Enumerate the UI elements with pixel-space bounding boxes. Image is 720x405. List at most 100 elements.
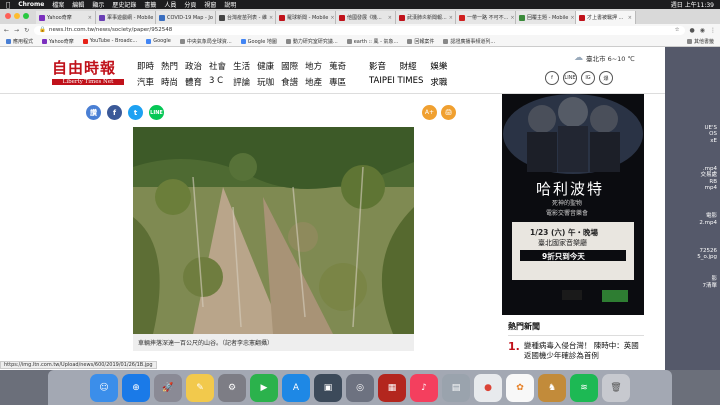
twitter-share-button[interactable]: t bbox=[128, 105, 143, 120]
app-store-icon[interactable]: A bbox=[282, 373, 310, 402]
browser-tab[interactable]: 他國發展《機... × bbox=[336, 11, 396, 24]
nav-item[interactable]: 地方 bbox=[305, 60, 322, 72]
extension-icon[interactable]: ● bbox=[690, 27, 695, 34]
explosive-icon[interactable]: 爆 bbox=[599, 71, 613, 85]
finder-icon[interactable]: ☺ bbox=[90, 373, 118, 402]
nav-item[interactable]: 即時 bbox=[137, 60, 154, 72]
chrome-icon[interactable]: ● bbox=[474, 373, 502, 402]
other-bookmarks[interactable]: 其他書籤 bbox=[686, 38, 714, 45]
close-tab-icon[interactable]: × bbox=[570, 15, 574, 21]
nav-item[interactable]: 健康 bbox=[257, 60, 274, 72]
trash-icon[interactable]: 🗑 bbox=[602, 373, 630, 402]
menu-item[interactable]: 書籤 bbox=[144, 0, 156, 9]
browser-tab[interactable]: 回覆主題 - Mobile × bbox=[516, 11, 576, 24]
address-bar[interactable]: 🔒 news.ltn.com.tw/news/society/paper/952… bbox=[34, 25, 685, 35]
like-button[interactable]: 讚 bbox=[86, 105, 101, 120]
bookmark-item[interactable]: YouTube - Broadc... bbox=[82, 38, 137, 44]
bookmark-item[interactable]: earth :: 風 - 氣象... bbox=[346, 38, 398, 45]
photo-booth-icon[interactable]: ▦ bbox=[378, 373, 406, 402]
nav-item[interactable]: 汽車 bbox=[137, 76, 154, 88]
photos-app-icon[interactable]: ▣ bbox=[314, 373, 342, 402]
browser-tab[interactable]: 軍事遊戲網 - Mobile× bbox=[96, 11, 156, 24]
nav-item[interactable]: 財經 bbox=[400, 60, 424, 72]
close-tab-icon[interactable]: × bbox=[330, 15, 334, 21]
nav-item[interactable]: 娛樂 bbox=[430, 60, 447, 72]
bookmark-item[interactable]: 動力研究室研究議... bbox=[285, 38, 338, 45]
nav-item[interactable]: 求職 bbox=[430, 76, 447, 88]
browser-tab[interactable]: 羅球新聞 - Mobile × bbox=[276, 11, 336, 24]
menu-app-name[interactable]: Chrome bbox=[18, 1, 44, 8]
browser-tab[interactable]: 武漢肺炎新聞報... × bbox=[396, 11, 456, 24]
games-icon[interactable]: ♞ bbox=[538, 373, 566, 402]
close-tab-icon[interactable]: × bbox=[628, 15, 632, 21]
line-icon[interactable]: LINE bbox=[563, 71, 577, 85]
nav-item[interactable]: 評論 bbox=[233, 76, 250, 88]
bookmark-star-icon[interactable]: ☆ bbox=[675, 27, 680, 33]
menu-item[interactable]: 檔案 bbox=[52, 0, 64, 9]
nav-item[interactable]: 體育 bbox=[185, 76, 202, 88]
close-tab-icon[interactable]: × bbox=[510, 15, 514, 21]
facetime-icon[interactable]: ▶ bbox=[250, 373, 278, 402]
apple-icon[interactable]:  bbox=[6, 1, 10, 9]
site-logo[interactable]: 自由時報 Liberty Times Net bbox=[52, 57, 124, 85]
menu-icon[interactable]: ⋮ bbox=[710, 27, 716, 34]
close-tab-icon[interactable]: × bbox=[269, 15, 273, 21]
bookmark-item[interactable]: 應用程式 bbox=[6, 38, 33, 45]
nav-item[interactable]: 玩咖 bbox=[257, 76, 274, 88]
nav-item[interactable]: 專區 bbox=[329, 76, 346, 88]
zoom-window-button[interactable] bbox=[23, 13, 29, 19]
preview-icon[interactable]: ▤ bbox=[442, 373, 470, 402]
menu-item[interactable]: 歷史記錄 bbox=[112, 0, 136, 9]
bookmark-item[interactable]: Yahoo奇摩 bbox=[42, 38, 74, 45]
nav-item[interactable]: 社會 bbox=[209, 60, 226, 72]
browser-tab-active[interactable]: 才上書被羈押 ... × bbox=[576, 11, 636, 24]
nav-item[interactable]: 熱門 bbox=[161, 60, 178, 72]
facebook-share-button[interactable]: f bbox=[107, 105, 122, 120]
font-size-button[interactable]: A+ bbox=[422, 105, 437, 120]
browser-tab[interactable]: 一帶一路 不可不... × bbox=[456, 11, 516, 24]
desktop-file[interactable]: 7清單 bbox=[665, 283, 720, 289]
menu-item[interactable]: 顯示 bbox=[92, 0, 104, 9]
spotify-icon[interactable]: ≋ bbox=[570, 373, 598, 402]
launchpad-icon[interactable]: 🚀 bbox=[154, 373, 182, 402]
nav-item[interactable]: 政治 bbox=[185, 60, 202, 72]
forward-icon[interactable]: → bbox=[14, 27, 19, 34]
profile-avatar[interactable]: ◉ bbox=[700, 27, 705, 34]
nav-item[interactable]: 國際 bbox=[281, 60, 298, 72]
bookmark-item[interactable]: 認證廣播事頻道列... bbox=[443, 38, 495, 45]
bookmark-item[interactable]: 中央氣象局全球資... bbox=[179, 38, 232, 45]
close-tab-icon[interactable]: × bbox=[88, 15, 92, 21]
bookmark-item[interactable]: 回報案件 bbox=[407, 38, 434, 45]
disk-utility-icon[interactable]: ◎ bbox=[346, 373, 374, 402]
print-icon[interactable]: 🖨 bbox=[441, 105, 456, 120]
back-icon[interactable]: ← bbox=[4, 27, 9, 34]
close-tab-icon[interactable]: × bbox=[449, 15, 453, 21]
instagram-icon[interactable]: IG bbox=[581, 71, 595, 85]
settings-icon[interactable]: ⚙ bbox=[218, 373, 246, 402]
nav-item[interactable]: 影音 bbox=[369, 60, 393, 72]
notes-icon[interactable]: ✎ bbox=[186, 373, 214, 402]
weather-widget[interactable]: ☁ 臺北市 6~10 ℃ bbox=[574, 53, 635, 63]
sidebar-ad[interactable]: 哈利波特 死神的聖物 電影交響音樂會 1/23 (六) 午・晚場 臺北國家音樂廳… bbox=[502, 94, 644, 315]
clock[interactable]: 週日 上午11:39 bbox=[671, 0, 714, 9]
menu-item[interactable]: 人員 bbox=[164, 0, 176, 9]
nav-item[interactable]: 食譜 bbox=[281, 76, 298, 88]
browser-tab[interactable]: 台灣疫苗列表 - 維 × bbox=[216, 11, 276, 24]
safari-icon[interactable]: ⊕ bbox=[122, 373, 150, 402]
nav-item[interactable]: 時尚 bbox=[161, 76, 178, 88]
nav-item[interactable]: 生活 bbox=[233, 60, 250, 72]
menu-item[interactable]: 編輯 bbox=[72, 0, 84, 9]
nav-item[interactable]: 蒐奇 bbox=[329, 60, 346, 72]
bookmark-item[interactable]: Google bbox=[146, 38, 171, 44]
minimize-window-button[interactable] bbox=[14, 13, 20, 19]
article-photo[interactable] bbox=[133, 127, 414, 334]
photos-icon[interactable]: ✿ bbox=[506, 373, 534, 402]
close-window-button[interactable] bbox=[5, 13, 11, 19]
menu-item[interactable]: 分頁 bbox=[184, 0, 196, 9]
close-tab-icon[interactable]: × bbox=[388, 15, 392, 21]
browser-tab[interactable]: COVID-19 Map - Jo× bbox=[156, 11, 216, 24]
bookmark-item[interactable]: Google 地圖 bbox=[240, 38, 277, 45]
facebook-icon[interactable]: f bbox=[545, 71, 559, 85]
nav-item[interactable]: TAIPEI TIMES bbox=[369, 76, 423, 88]
menu-item[interactable]: 視窗 bbox=[204, 0, 216, 9]
